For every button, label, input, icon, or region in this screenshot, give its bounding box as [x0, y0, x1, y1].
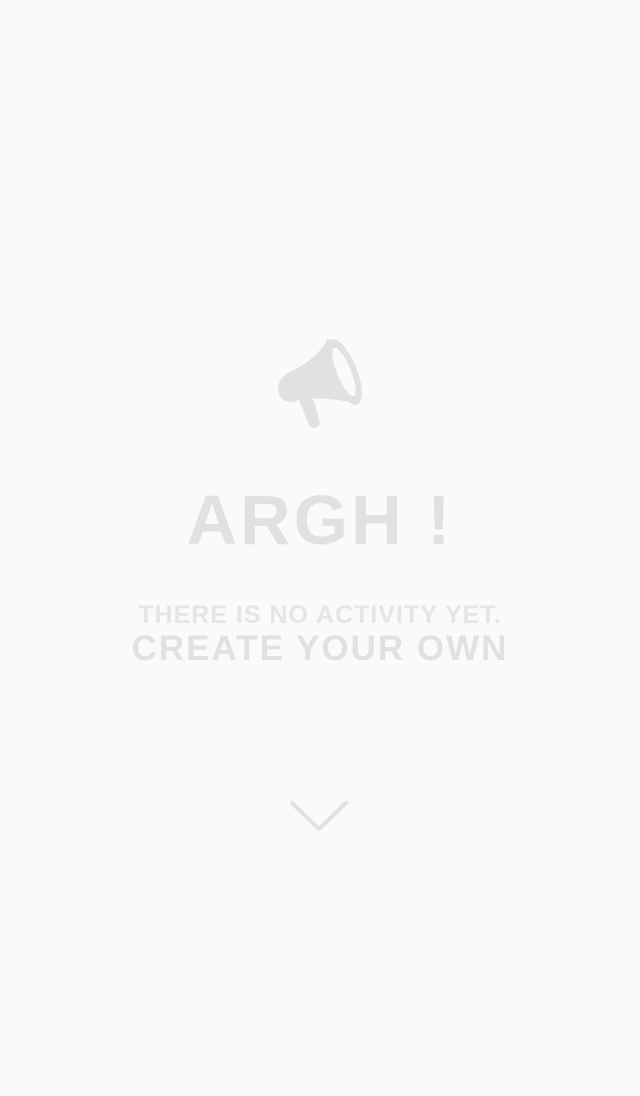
chevron-down-icon[interactable]: [289, 798, 349, 838]
empty-state-message: THERE IS NO ACTIVITY YET.: [138, 601, 502, 629]
empty-state-title: ARGH !: [186, 481, 454, 559]
create-your-own-link[interactable]: CREATE YOUR OWN: [0, 629, 640, 669]
empty-state: ARGH ! THERE IS NO ACTIVITY YET. CREATE …: [0, 0, 640, 1096]
megaphone-icon: [278, 338, 362, 428]
